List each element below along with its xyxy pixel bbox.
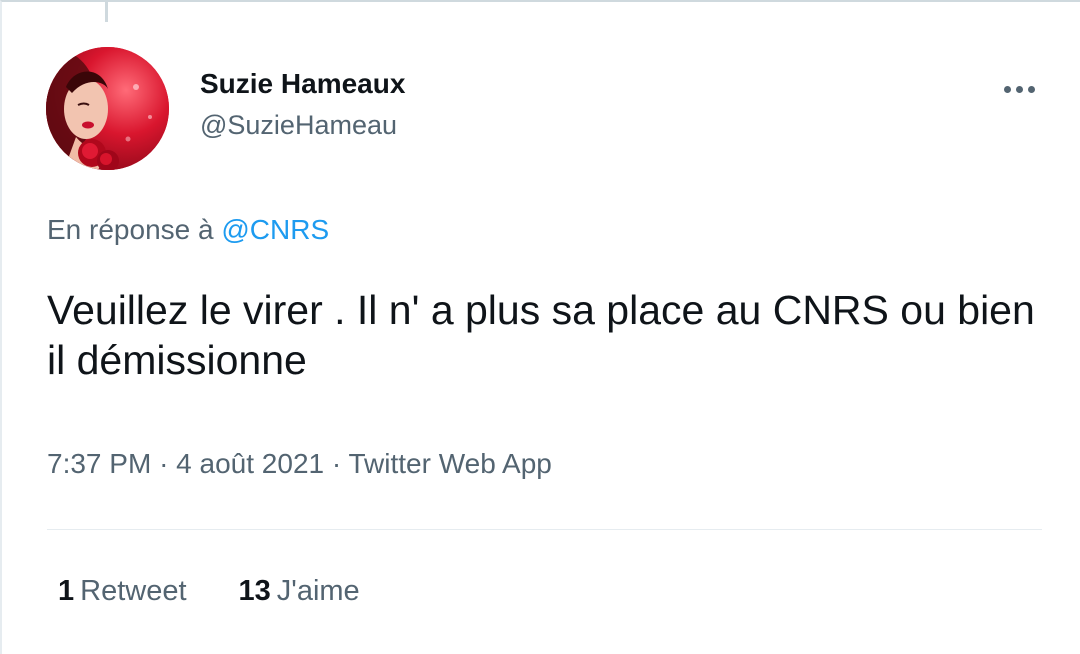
tweet-card: Suzie Hameaux @SuzieHameau En réponse à …: [0, 0, 1080, 654]
likes-label: J'aime: [276, 575, 360, 607]
tweet-metadata: 7:37 PM · 4 août 2021 · Twitter Web App: [47, 448, 552, 480]
more-horizontal-icon: [1003, 85, 1035, 93]
avatar-image: [46, 47, 169, 170]
reply-prefix: En réponse à: [47, 214, 214, 245]
divider: [47, 529, 1042, 530]
meta-separator: ·: [159, 448, 169, 479]
engagement-stats: 1 Retweet 13 J'aime: [58, 575, 360, 608]
author-name[interactable]: Suzie Hameaux: [200, 68, 405, 100]
tweet-text: Veuillez le virer . Il n' a plus sa plac…: [47, 287, 1035, 383]
thread-connector-line: [105, 2, 108, 22]
reply-context: En réponse à @CNRS: [47, 214, 329, 246]
meta-separator: ·: [331, 448, 342, 479]
reply-mention-link[interactable]: @CNRS: [221, 214, 329, 245]
likes-stat[interactable]: 13 J'aime: [239, 575, 360, 608]
tweet-date[interactable]: 4 août 2021: [176, 448, 324, 479]
retweets-label: Retweet: [80, 575, 187, 607]
tweet-source[interactable]: Twitter Web App: [348, 448, 551, 479]
avatar[interactable]: [46, 47, 169, 170]
likes-count: 13: [238, 575, 271, 607]
tweet-time[interactable]: 7:37 PM: [47, 448, 151, 479]
author-handle[interactable]: @SuzieHameau: [200, 110, 397, 141]
retweets-stat[interactable]: 1 Retweet: [58, 575, 187, 608]
retweets-count: 1: [58, 575, 75, 607]
more-options-button[interactable]: [995, 72, 1043, 106]
